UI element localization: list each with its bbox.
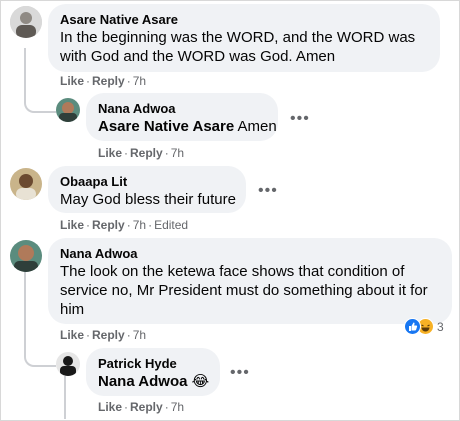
- avatar-image: [56, 98, 80, 122]
- comment-bubble: Asare Native Asare In the beginning was …: [48, 4, 440, 72]
- more-options-icon[interactable]: •••: [258, 183, 278, 199]
- separator: ·: [86, 328, 91, 342]
- separator: ·: [124, 146, 129, 160]
- comment-text-line: The look on the ketewa face shows that c…: [60, 263, 405, 280]
- thread-line: [64, 376, 66, 419]
- emoji: 😂: [191, 373, 210, 390]
- comment-text-line: In the beginning was the WORD, and the W…: [60, 29, 416, 46]
- separator: ·: [86, 218, 91, 232]
- reaction-summary[interactable]: 3: [404, 318, 444, 335]
- timestamp[interactable]: 7h: [171, 400, 184, 414]
- separator: ·: [148, 218, 153, 232]
- reply-button[interactable]: Reply: [92, 74, 125, 88]
- like-button[interactable]: Like: [60, 328, 84, 342]
- avatar[interactable]: [10, 240, 42, 272]
- thread-line: [24, 48, 26, 93]
- mention-link[interactable]: Asare Native Asare: [98, 118, 234, 135]
- comment-text-line: service no, Mr President must do somethi…: [60, 282, 428, 299]
- reply-bubble: Patrick Hyde Nana Adwoa 😂: [86, 348, 220, 396]
- reply-button[interactable]: Reply: [130, 146, 163, 160]
- separator: ·: [126, 218, 131, 232]
- timestamp[interactable]: 7h: [133, 74, 146, 88]
- timestamp[interactable]: 7h: [171, 146, 184, 160]
- comment-author[interactable]: Nana Adwoa: [60, 246, 440, 262]
- like-icon: [404, 318, 421, 335]
- avatar-image: [10, 6, 42, 38]
- like-button[interactable]: Like: [60, 74, 84, 88]
- comment-bubble: Nana Adwoa The look on the ketewa face s…: [48, 238, 452, 324]
- avatar-image: [10, 168, 42, 200]
- comment-actions: Like · Reply · 7h: [60, 328, 146, 342]
- avatar-image: [56, 352, 80, 376]
- reply-bubble: Nana Adwoa Asare Native Asare Amen: [86, 93, 278, 141]
- like-button[interactable]: Like: [98, 146, 122, 160]
- comment-bubble: Obaapa Lit May God bless their future: [48, 166, 246, 213]
- comment-author[interactable]: Asare Native Asare: [60, 12, 428, 28]
- reply-button[interactable]: Reply: [130, 400, 163, 414]
- more-options-icon[interactable]: •••: [230, 365, 250, 381]
- separator: ·: [124, 400, 129, 414]
- reply-connector: [24, 93, 56, 113]
- avatar[interactable]: [10, 6, 42, 38]
- comment-author[interactable]: Patrick Hyde: [98, 356, 208, 372]
- avatar[interactable]: [56, 352, 80, 376]
- timestamp[interactable]: 7h: [133, 218, 146, 232]
- more-options-icon[interactable]: •••: [290, 111, 310, 127]
- like-button[interactable]: Like: [60, 218, 84, 232]
- reaction-count: 3: [437, 319, 444, 334]
- comment-text-line: him: [60, 301, 85, 318]
- timestamp[interactable]: 7h: [133, 328, 146, 342]
- comment-author[interactable]: Obaapa Lit: [60, 174, 234, 190]
- comment-actions: Like · Reply · 7h · Edited: [60, 218, 188, 232]
- comment-actions: Like · Reply · 7h: [98, 146, 184, 160]
- avatar[interactable]: [56, 98, 80, 122]
- comment-actions: Like · Reply · 7h: [60, 74, 146, 88]
- separator: ·: [164, 400, 169, 414]
- edited-label: Edited: [154, 218, 189, 232]
- separator: ·: [126, 74, 131, 88]
- reply-connector: [24, 338, 56, 367]
- reply-button[interactable]: Reply: [92, 218, 125, 232]
- comment-author[interactable]: Nana Adwoa: [98, 101, 266, 117]
- thread-line: [24, 270, 26, 338]
- avatar-image: [10, 240, 42, 272]
- separator: ·: [126, 328, 131, 342]
- comment-text-line: with God and the WORD was God. Amen: [60, 48, 336, 65]
- reply-button[interactable]: Reply: [92, 328, 125, 342]
- separator: ·: [86, 74, 91, 88]
- separator: ·: [164, 146, 169, 160]
- mention-link[interactable]: Nana Adwoa: [98, 373, 187, 390]
- avatar[interactable]: [10, 168, 42, 200]
- like-button[interactable]: Like: [98, 400, 122, 414]
- comment-text: May God bless their future: [60, 191, 236, 208]
- comment-text: Amen: [237, 118, 277, 135]
- comment-actions: Like · Reply · 7h: [98, 400, 184, 414]
